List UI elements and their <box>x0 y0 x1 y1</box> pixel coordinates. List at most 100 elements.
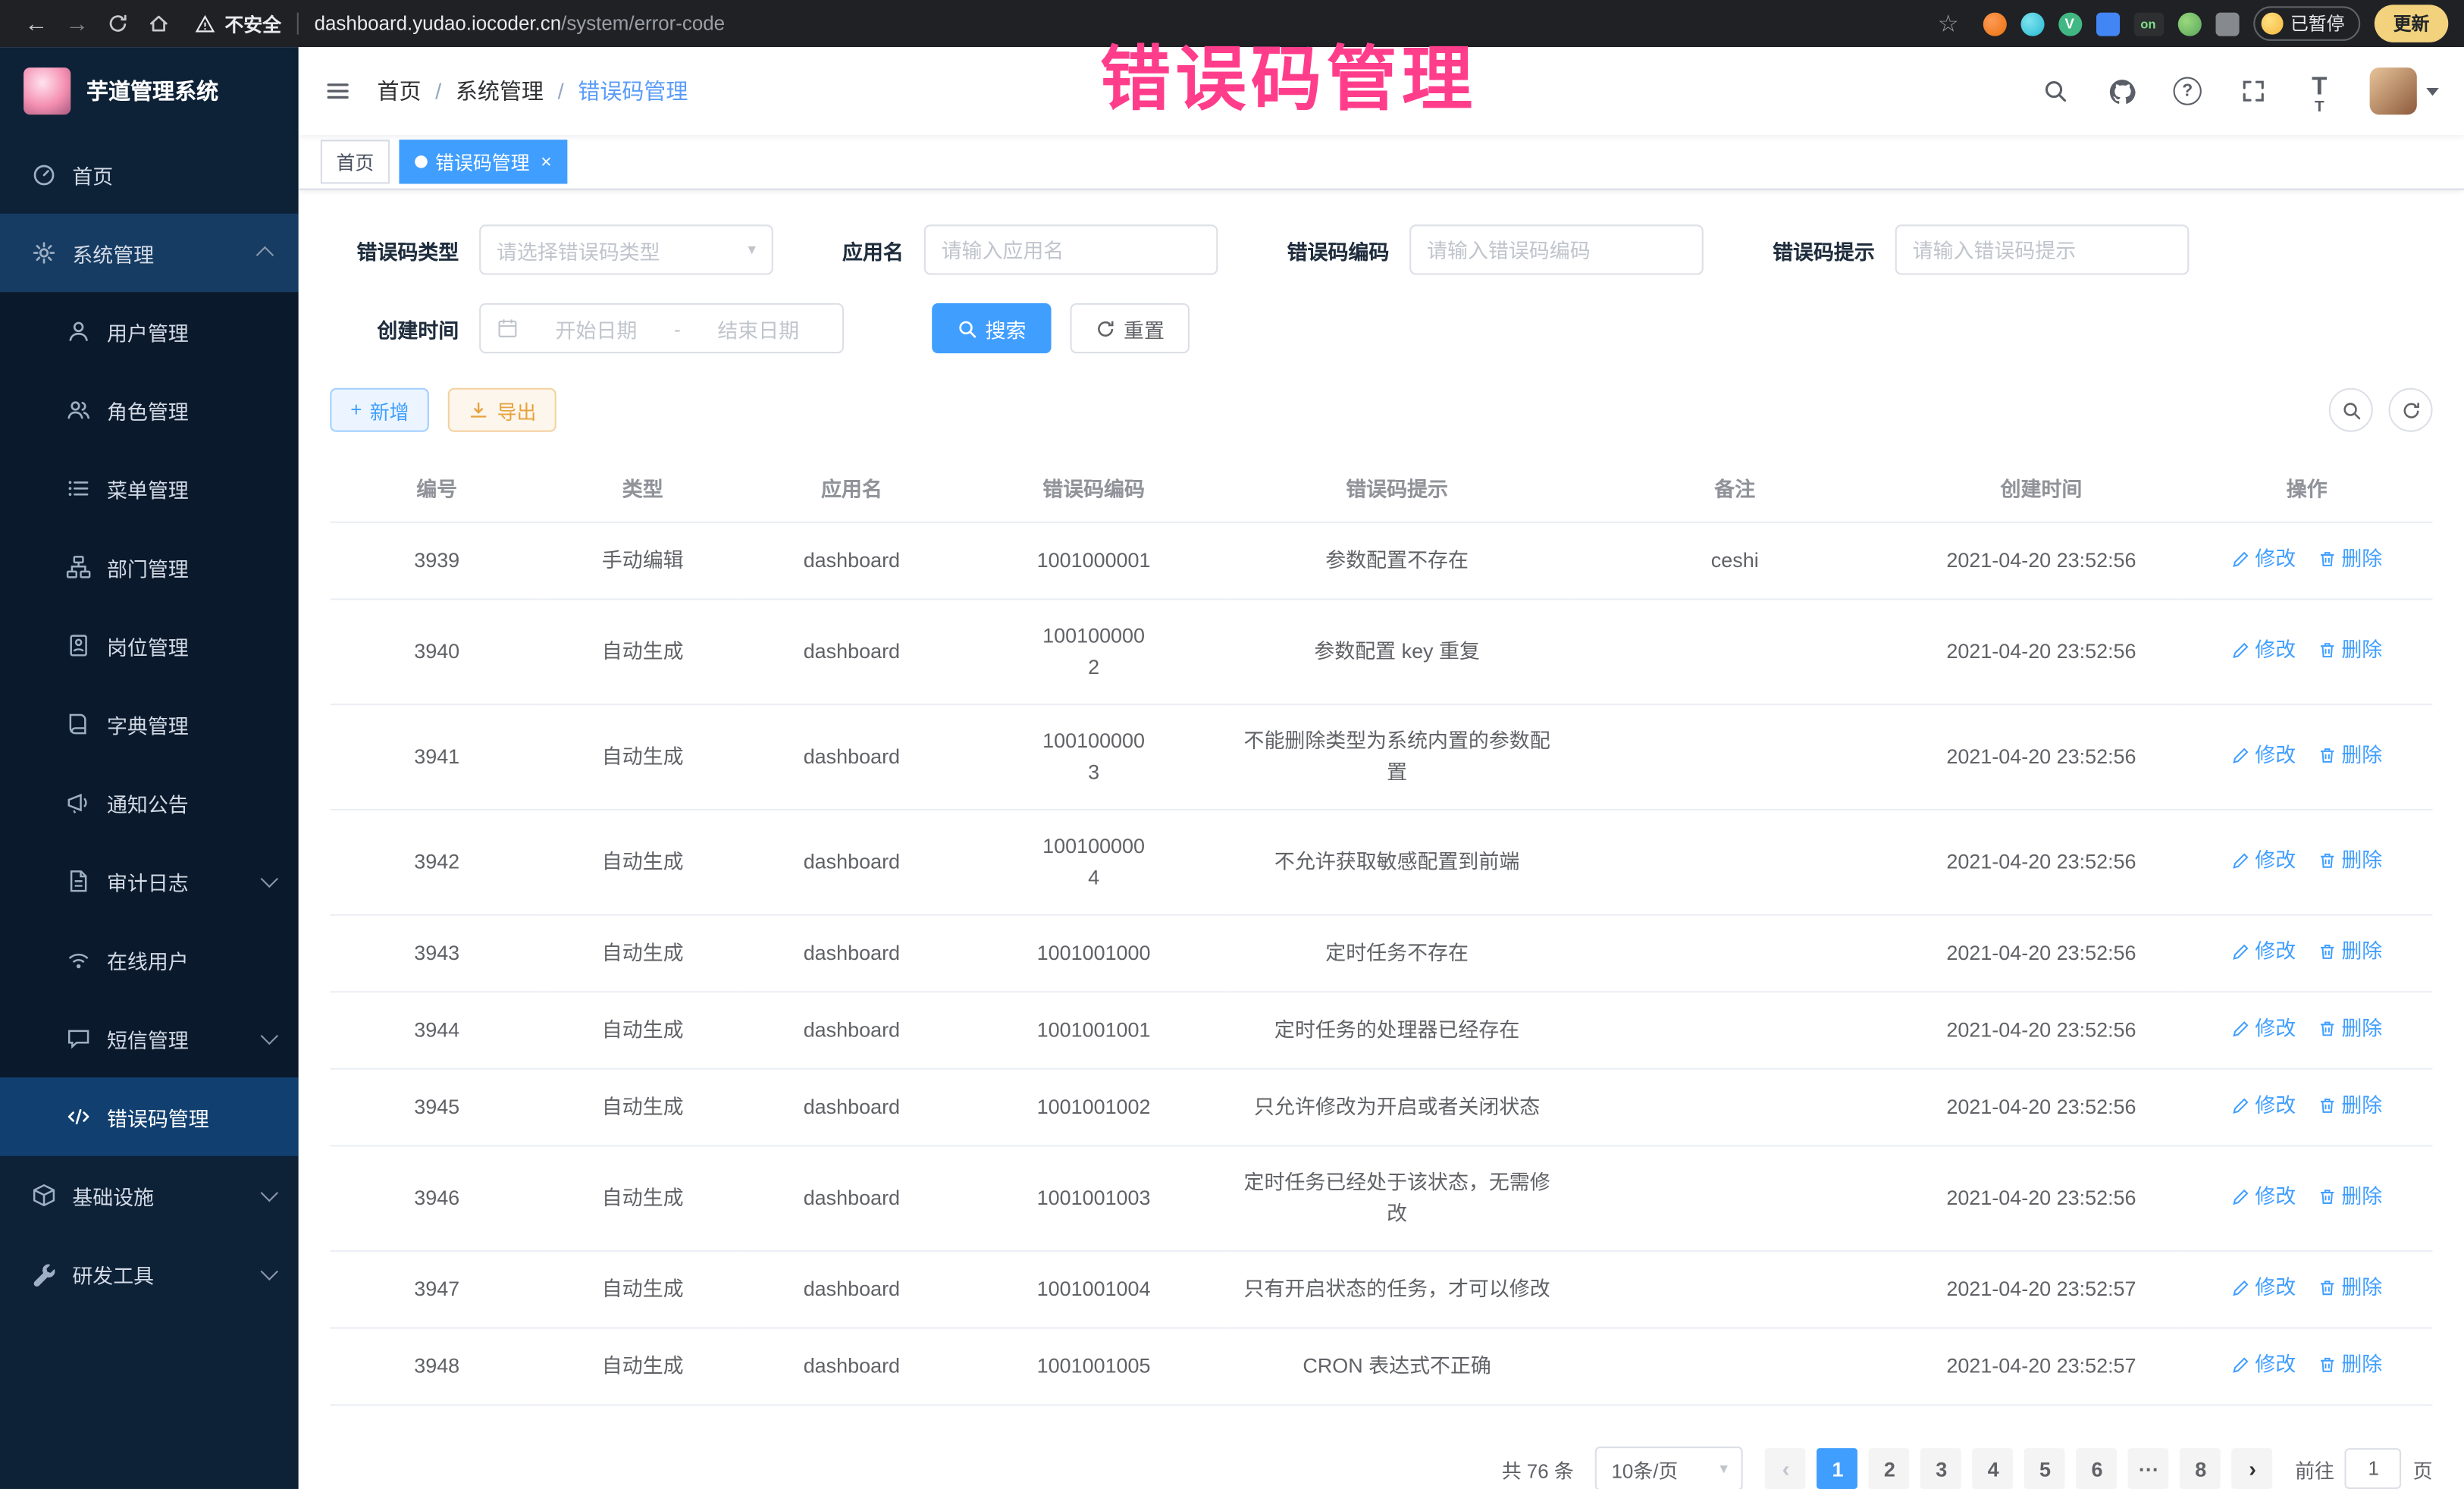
delete-link[interactable]: 删除 <box>2318 1350 2382 1381</box>
bookmark-star-icon[interactable]: ☆ <box>1928 8 1968 39</box>
edit-link[interactable]: 修改 <box>2231 1181 2296 1212</box>
update-button[interactable]: 更新 <box>2375 5 2448 42</box>
address-bar[interactable]: dashboard.yudao.iocoder.cn/system/error-… <box>315 13 726 35</box>
extension-on-badge[interactable]: on <box>2133 12 2163 36</box>
delete-link[interactable]: 删除 <box>2318 845 2382 876</box>
delete-link[interactable]: 删除 <box>2318 1013 2382 1044</box>
toggle-search-icon[interactable] <box>2329 388 2373 432</box>
page-button-5[interactable]: 5 <box>2025 1448 2066 1489</box>
edit-link[interactable]: 修改 <box>2231 1090 2296 1121</box>
navbar-right: ? TT <box>2039 67 2464 114</box>
logo-row[interactable]: 芋道管理系统 <box>0 47 299 135</box>
page-ellipsis-button[interactable]: ··· <box>2128 1448 2169 1489</box>
reload-icon[interactable] <box>98 5 139 42</box>
font-size-icon[interactable]: TT <box>2304 75 2335 106</box>
sidebar-item-notices[interactable]: 通知公告 <box>0 763 299 842</box>
top-navbar: 首页 / 系统管理 / 错误码管理 ? <box>299 47 2464 135</box>
edit-link[interactable]: 修改 <box>2231 635 2296 666</box>
page-content: 错误码类型 请选择错误码类型 ▾ 应用名 错误码编码 <box>299 190 2464 1489</box>
close-icon[interactable]: × <box>541 152 552 171</box>
tab-home[interactable]: 首页 <box>321 139 390 183</box>
extensions-puzzle-icon[interactable] <box>2215 12 2238 36</box>
export-button[interactable]: 导出 <box>448 388 556 432</box>
cell-id: 3948 <box>330 1328 544 1406</box>
hamburger-icon[interactable] <box>299 47 378 135</box>
page-button-3[interactable]: 3 <box>1921 1448 1962 1489</box>
forward-icon[interactable]: → <box>57 5 98 42</box>
date-range-picker[interactable]: 开始日期 - 结束日期 <box>479 303 844 353</box>
sidebar-item-online-users[interactable]: 在线用户 <box>0 920 299 999</box>
breadcrumb-system[interactable]: 系统管理 <box>456 75 544 106</box>
breadcrumb-separator: / <box>435 79 441 104</box>
delete-link[interactable]: 删除 <box>2318 740 2382 771</box>
edit-link[interactable]: 修改 <box>2231 1013 2296 1044</box>
next-page-button[interactable]: › <box>2232 1448 2273 1489</box>
delete-link[interactable]: 删除 <box>2318 1272 2382 1303</box>
sidebar-item-posts[interactable]: 岗位管理 <box>0 607 299 685</box>
edit-link[interactable]: 修改 <box>2231 1350 2296 1381</box>
edit-link[interactable]: 修改 <box>2231 740 2296 771</box>
app-name-input[interactable] <box>942 238 1201 262</box>
sidebar-item-home[interactable]: 首页 <box>0 135 299 214</box>
page-button-4[interactable]: 4 <box>1973 1448 2014 1489</box>
delete-link[interactable]: 删除 <box>2318 1090 2382 1121</box>
breadcrumb-home[interactable]: 首页 <box>377 75 421 106</box>
edit-link[interactable]: 修改 <box>2231 1272 2296 1303</box>
help-icon[interactable]: ? <box>2171 75 2202 106</box>
sidebar-item-users[interactable]: 用户管理 <box>0 292 299 371</box>
reset-button[interactable]: 重置 <box>1071 303 1190 353</box>
page-button-8[interactable]: 8 <box>2180 1448 2221 1489</box>
cell-remark <box>1569 599 1901 704</box>
page-size-select[interactable]: 10条/页 ▾ <box>1596 1447 1744 1489</box>
delete-link[interactable]: 删除 <box>2318 1181 2382 1212</box>
refresh-icon[interactable] <box>2389 388 2433 432</box>
user-menu[interactable] <box>2370 67 2439 114</box>
sidebar-item-system[interactable]: 系统管理 <box>0 214 299 293</box>
error-code-input[interactable] <box>1427 238 1686 262</box>
tab-error-code[interactable]: 错误码管理 × <box>399 139 567 183</box>
error-hint-input[interactable] <box>1913 238 2172 262</box>
extension-icon-orange[interactable] <box>1983 12 2006 36</box>
home-icon[interactable] <box>138 5 179 42</box>
edit-link[interactable]: 修改 <box>2231 936 2296 967</box>
extension-icon-teal[interactable] <box>2020 12 2043 36</box>
error-type-select[interactable]: 请选择错误码类型 ▾ <box>479 224 773 274</box>
profile-paused-badge[interactable]: 已暂停 <box>2252 6 2360 41</box>
page-button-6[interactable]: 6 <box>2077 1448 2118 1489</box>
extension-icon-green[interactable] <box>2177 12 2201 36</box>
sidebar-item-error-code[interactable]: 错误码管理 <box>0 1077 299 1156</box>
delete-link[interactable]: 删除 <box>2318 936 2382 967</box>
vue-devtools-icon[interactable]: V <box>2058 12 2081 36</box>
sidebar-item-infra[interactable]: 基础设施 <box>0 1156 299 1235</box>
prev-page-button[interactable]: ‹ <box>1766 1448 1807 1489</box>
sidebar-menu: 首页 系统管理 用户管理 角色管理 <box>0 135 299 1489</box>
question-mark: ? <box>2174 77 2202 105</box>
search-button[interactable]: 搜索 <box>932 303 1052 353</box>
cell-actions: 修改删除 <box>2181 704 2433 810</box>
edit-link[interactable]: 修改 <box>2231 544 2296 575</box>
search-icon[interactable] <box>2039 75 2071 106</box>
fullscreen-icon[interactable] <box>2238 75 2269 106</box>
delete-link[interactable]: 删除 <box>2318 544 2382 575</box>
security-indicator[interactable]: 不安全 <box>195 10 281 36</box>
github-icon[interactable] <box>2105 75 2136 106</box>
app: 芋道管理系统 首页 系统管理 用户管理 <box>0 47 2464 1489</box>
sidebar-item-departments[interactable]: 部门管理 <box>0 528 299 607</box>
page-button-2[interactable]: 2 <box>1869 1448 1910 1489</box>
delete-link[interactable]: 删除 <box>2318 635 2382 666</box>
sidebar-item-audit-log[interactable]: 审计日志 <box>0 842 299 920</box>
column-header-id: 编号 <box>330 454 544 522</box>
sidebar-item-dev-tools[interactable]: 研发工具 <box>0 1234 299 1313</box>
cell-time: 2021-04-20 23:52:56 <box>1901 915 2181 992</box>
edit-link[interactable]: 修改 <box>2231 845 2296 876</box>
sidebar-item-sms[interactable]: 短信管理 <box>0 999 299 1078</box>
column-header-type: 类型 <box>544 454 741 522</box>
goto-page-input[interactable] <box>2345 1448 2402 1489</box>
sidebar-item-dict[interactable]: 字典管理 <box>0 685 299 763</box>
sidebar-item-roles[interactable]: 角色管理 <box>0 371 299 450</box>
sidebar-item-menus[interactable]: 菜单管理 <box>0 450 299 528</box>
add-button[interactable]: + 新增 <box>330 388 429 432</box>
extension-icon-blue[interactable] <box>2096 12 2119 36</box>
page-button-1[interactable]: 1 <box>1817 1448 1858 1489</box>
back-icon[interactable]: ← <box>16 5 57 42</box>
